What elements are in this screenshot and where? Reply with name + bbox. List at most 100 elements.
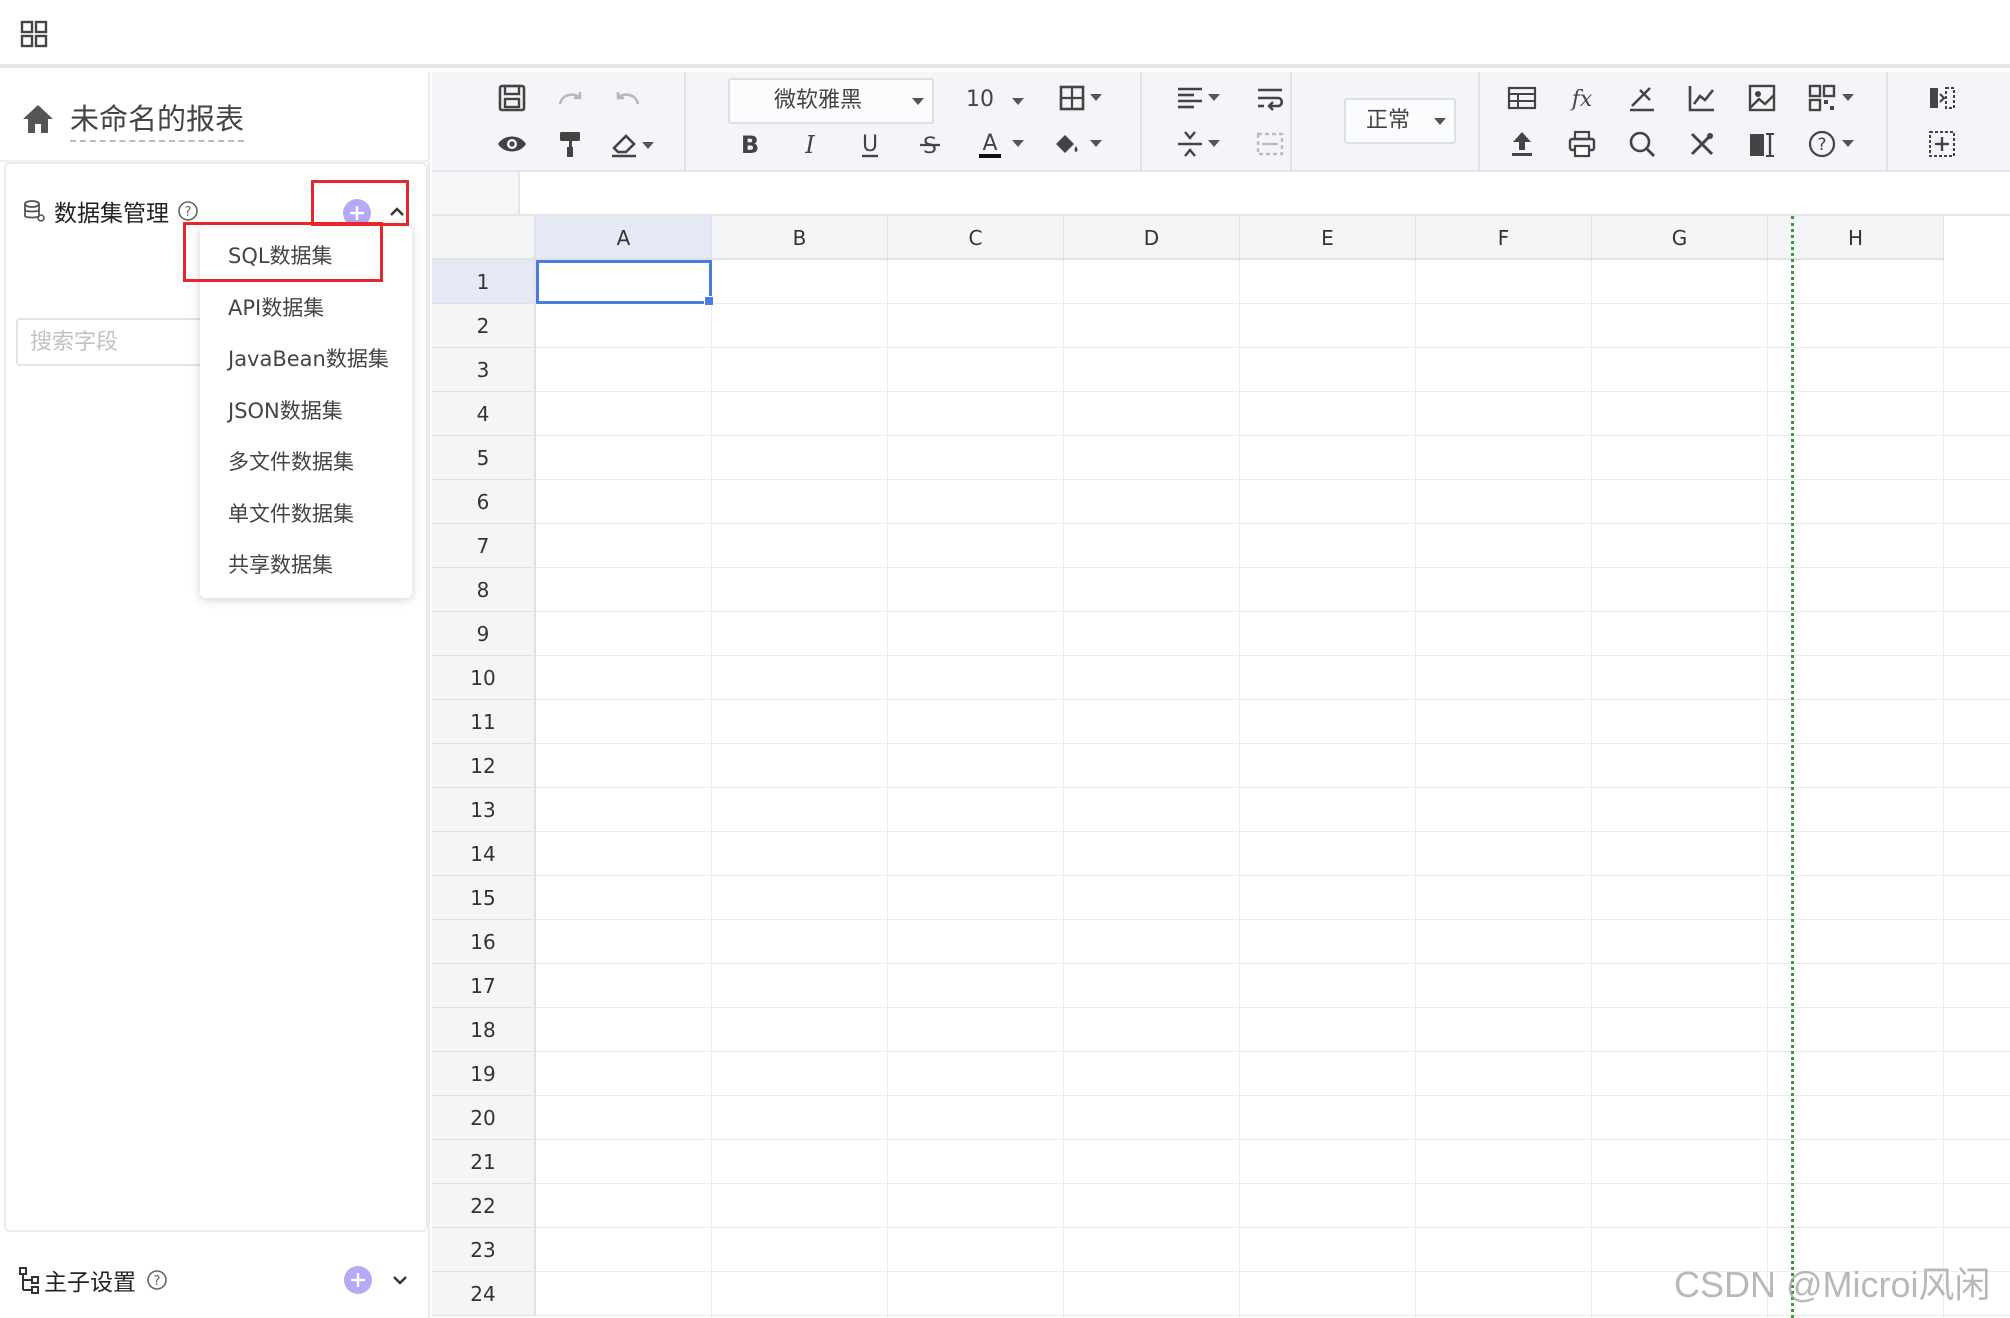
strikethrough-icon[interactable]: S bbox=[914, 128, 946, 160]
chevron-down-icon[interactable] bbox=[1090, 140, 1102, 147]
row-header[interactable]: 4 bbox=[432, 392, 536, 436]
row-header[interactable]: 18 bbox=[432, 1008, 536, 1052]
format-painter-icon[interactable] bbox=[554, 128, 586, 160]
chevron-down-icon[interactable] bbox=[1012, 140, 1024, 147]
row-header[interactable]: 6 bbox=[432, 480, 536, 524]
column-header[interactable]: C bbox=[888, 216, 1064, 260]
chevron-down-icon[interactable] bbox=[912, 98, 924, 105]
column-freeze-icon[interactable] bbox=[1746, 128, 1778, 160]
chevron-down-icon[interactable] bbox=[1842, 94, 1854, 101]
grid-row-line bbox=[536, 435, 2010, 436]
column-header[interactable]: D bbox=[1064, 216, 1240, 260]
apps-grid-icon[interactable] bbox=[20, 20, 48, 48]
menu-item-single-file-dataset[interactable]: 单文件数据集 bbox=[200, 489, 412, 541]
fill-color-icon[interactable] bbox=[1050, 128, 1082, 160]
merge-cells-icon[interactable] bbox=[1254, 128, 1286, 160]
wrap-text-icon[interactable] bbox=[1254, 82, 1286, 114]
column-header[interactable]: F bbox=[1416, 216, 1592, 260]
database-icon bbox=[22, 199, 46, 223]
home-icon[interactable] bbox=[20, 101, 56, 137]
row-header[interactable]: 5 bbox=[432, 436, 536, 480]
italic-icon[interactable]: I bbox=[794, 128, 826, 160]
row-header[interactable]: 2 bbox=[432, 304, 536, 348]
preview-eye-icon[interactable] bbox=[496, 128, 528, 160]
undo-icon[interactable] bbox=[612, 82, 644, 114]
row-header[interactable]: 13 bbox=[432, 788, 536, 832]
chevron-down-icon[interactable] bbox=[1208, 94, 1220, 101]
underline-icon[interactable]: U bbox=[854, 128, 886, 160]
chevron-down-icon[interactable] bbox=[1842, 140, 1854, 147]
menu-item-json-dataset[interactable]: JSON数据集 bbox=[200, 386, 412, 438]
align-left-icon[interactable] bbox=[1174, 82, 1206, 114]
menu-item-javabean-dataset[interactable]: JavaBean数据集 bbox=[200, 334, 412, 386]
upload-icon[interactable] bbox=[1506, 128, 1538, 160]
row-header[interactable]: 22 bbox=[432, 1184, 536, 1228]
row-header[interactable]: 15 bbox=[432, 876, 536, 920]
print-icon[interactable] bbox=[1566, 128, 1598, 160]
column-header[interactable]: H bbox=[1768, 216, 1944, 260]
formula-bar[interactable] bbox=[432, 172, 2010, 216]
help-circle-icon[interactable]: ? bbox=[1806, 128, 1838, 160]
chevron-down-icon[interactable] bbox=[1012, 98, 1024, 105]
row-header[interactable]: 24 bbox=[432, 1272, 536, 1316]
chevron-down-icon[interactable] bbox=[642, 142, 654, 149]
insert-row-icon[interactable] bbox=[1926, 128, 1958, 160]
help-icon[interactable]: ? bbox=[146, 1269, 168, 1291]
row-header[interactable]: 21 bbox=[432, 1140, 536, 1184]
spreadsheet-grid[interactable]: A B C D E F G H 1 2 3 4 5 6 7 8 9 10 11 12 13 14 15 16 17 18 19 20 2… bbox=[432, 216, 2010, 1318]
row-header[interactable]: 16 bbox=[432, 920, 536, 964]
grid-corner[interactable] bbox=[432, 216, 536, 260]
eraser-icon[interactable] bbox=[608, 128, 640, 160]
column-header[interactable]: B bbox=[712, 216, 888, 260]
vertical-align-icon[interactable] bbox=[1174, 128, 1206, 160]
table-icon[interactable] bbox=[1506, 82, 1538, 114]
insert-column-icon[interactable] bbox=[1926, 82, 1958, 114]
qrcode-icon[interactable] bbox=[1806, 82, 1838, 114]
redo-icon[interactable] bbox=[554, 82, 586, 114]
row-header[interactable]: 23 bbox=[432, 1228, 536, 1272]
grid-row-line bbox=[536, 1183, 2010, 1184]
row-header[interactable]: 1 bbox=[432, 260, 536, 304]
selected-cell[interactable] bbox=[536, 260, 712, 304]
row-header[interactable]: 17 bbox=[432, 964, 536, 1008]
cell-name-box[interactable] bbox=[432, 172, 520, 214]
row-header[interactable]: 3 bbox=[432, 348, 536, 392]
tools-icon[interactable] bbox=[1686, 128, 1718, 160]
font-family-select[interactable]: 微软雅黑 bbox=[728, 78, 934, 124]
menu-item-shared-dataset[interactable]: 共享数据集 bbox=[200, 540, 412, 592]
report-title[interactable]: 未命名的报表 bbox=[70, 96, 245, 142]
grid-row-line bbox=[536, 567, 2010, 568]
row-header[interactable]: 7 bbox=[432, 524, 536, 568]
column-header[interactable]: A bbox=[536, 216, 712, 260]
chevron-down-icon[interactable] bbox=[390, 1270, 410, 1290]
border-icon[interactable] bbox=[1056, 82, 1088, 114]
row-header[interactable]: 19 bbox=[432, 1052, 536, 1096]
column-header[interactable]: E bbox=[1240, 216, 1416, 260]
help-icon[interactable]: ? bbox=[177, 200, 199, 222]
row-header[interactable]: 11 bbox=[432, 700, 536, 744]
data-binding-icon[interactable] bbox=[1626, 82, 1658, 114]
menu-item-multi-file-dataset[interactable]: 多文件数据集 bbox=[200, 437, 412, 489]
bold-icon[interactable]: B bbox=[734, 128, 766, 160]
function-fx-icon[interactable]: fx bbox=[1566, 82, 1598, 114]
save-icon[interactable] bbox=[496, 82, 528, 114]
fill-handle[interactable] bbox=[704, 296, 714, 306]
column-header[interactable]: G bbox=[1592, 216, 1768, 260]
font-color-icon[interactable]: A bbox=[974, 128, 1006, 160]
row-header[interactable]: 10 bbox=[432, 656, 536, 700]
row-header[interactable]: 9 bbox=[432, 612, 536, 656]
image-icon[interactable] bbox=[1746, 82, 1778, 114]
chevron-down-icon[interactable] bbox=[1434, 118, 1446, 125]
font-size-select[interactable]: 10 bbox=[958, 78, 1048, 124]
row-header[interactable]: 20 bbox=[432, 1096, 536, 1140]
row-header[interactable]: 14 bbox=[432, 832, 536, 876]
chevron-down-icon[interactable] bbox=[1090, 94, 1102, 101]
chevron-down-icon[interactable] bbox=[1208, 140, 1220, 147]
row-header[interactable]: 8 bbox=[432, 568, 536, 612]
row-header[interactable]: 12 bbox=[432, 744, 536, 788]
menu-item-api-dataset[interactable]: API数据集 bbox=[200, 283, 412, 335]
search-icon[interactable] bbox=[1626, 128, 1658, 160]
chart-icon[interactable] bbox=[1686, 82, 1718, 114]
add-master-child-button[interactable] bbox=[344, 1266, 372, 1294]
search-field-input[interactable] bbox=[16, 318, 216, 366]
